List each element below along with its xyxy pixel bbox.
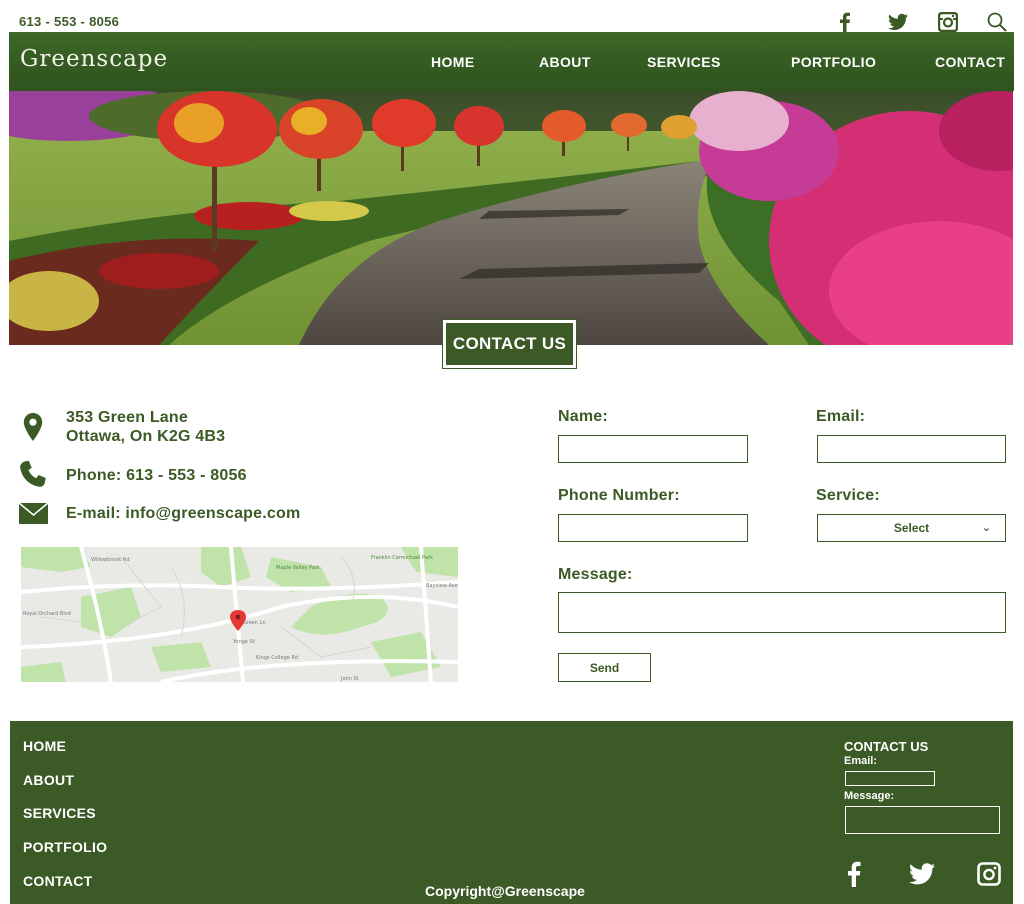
footer-link-about[interactable]: ABOUT (23, 772, 74, 788)
top-phone: 613 - 553 - 8056 (19, 14, 120, 29)
mail-icon (18, 499, 48, 529)
instagram-icon[interactable] (938, 12, 958, 32)
map-label-yonge: Yonge St (232, 639, 255, 645)
footer-instagram-icon[interactable] (977, 861, 1001, 887)
send-button[interactable]: Send (558, 653, 651, 682)
footer-message-label: Message: (844, 790, 895, 802)
address-line-2: Ottawa, On K2G 4B3 (66, 428, 226, 445)
map-label-kings-college: Kings College Rd (256, 655, 298, 661)
phone-number-input[interactable] (558, 514, 748, 542)
search-icon[interactable] (987, 12, 1007, 32)
name-input[interactable] (558, 435, 748, 463)
brand-logo[interactable]: Greenscape (20, 46, 168, 72)
nav-services[interactable]: SERVICES (647, 54, 721, 70)
footer-link-home[interactable]: HOME (23, 738, 66, 754)
footer-message-input[interactable] (845, 806, 1000, 834)
location-pin-icon (18, 412, 48, 442)
map-label-bayview: Bayview Ave (426, 583, 458, 589)
footer-email-label: Email: (844, 755, 878, 767)
chevron-down-icon: ⌄ (981, 522, 991, 534)
header-nav-bar: Greenscape HOME ABOUT SERVICES PORTFOLIO… (9, 32, 1014, 91)
message-input[interactable] (558, 592, 1006, 633)
map-label-royal-orchard: Royal Orchard Blvd (23, 611, 71, 617)
footer-link-services[interactable]: SERVICES (23, 805, 96, 821)
name-label: Name: (558, 408, 608, 425)
map-label-willowbrook: Willowbrook Rd (91, 557, 130, 563)
phone-text: Phone: 613 - 553 - 8056 (66, 467, 247, 484)
nav-about[interactable]: ABOUT (539, 54, 591, 70)
top-bar: 613 - 553 - 8056 (0, 0, 1024, 32)
footer-twitter-icon[interactable] (909, 861, 935, 887)
service-select[interactable]: Select ⌄ (817, 514, 1006, 542)
nav-home[interactable]: HOME (431, 54, 475, 70)
message-label: Message: (558, 566, 633, 583)
contact-us-badge: CONTACT US (442, 319, 577, 369)
map-label-franklin: Franklin Carmichael Park (371, 555, 433, 561)
twitter-icon[interactable] (888, 12, 908, 32)
phone-icon (18, 459, 48, 489)
service-select-value: Select (893, 521, 930, 535)
footer-link-portfolio[interactable]: PORTFOLIO (23, 839, 107, 855)
footer: HOME ABOUT SERVICES PORTFOLIO CONTACT Co… (10, 721, 1013, 904)
copyright-text: Copyright@Greenscape (425, 883, 585, 899)
map-label-maple-valley: Maple Valley Park (276, 565, 320, 571)
email-label: Email: (816, 408, 866, 425)
facebook-icon[interactable] (835, 12, 855, 32)
hero-image (9, 91, 1013, 345)
nav-portfolio[interactable]: PORTFOLIO (791, 54, 876, 70)
service-label: Service: (816, 487, 880, 504)
nav-contact[interactable]: CONTACT (935, 54, 1005, 70)
location-map[interactable]: Willowbrook Rd Maple Valley Park Frankli… (21, 547, 458, 682)
map-label-green-ln: Green Ln (243, 620, 266, 626)
phone-number-label: Phone Number: (558, 487, 680, 504)
email-text: E-mail: info@greenscape.com (66, 505, 301, 522)
address-line-1: 353 Green Lane (66, 409, 188, 426)
email-input[interactable] (817, 435, 1006, 463)
footer-contact-title: CONTACT US (844, 739, 929, 754)
footer-facebook-icon[interactable] (842, 861, 866, 887)
map-label-john-st: John St (340, 676, 359, 682)
footer-link-contact[interactable]: CONTACT (23, 873, 93, 889)
footer-email-input[interactable] (845, 771, 935, 786)
